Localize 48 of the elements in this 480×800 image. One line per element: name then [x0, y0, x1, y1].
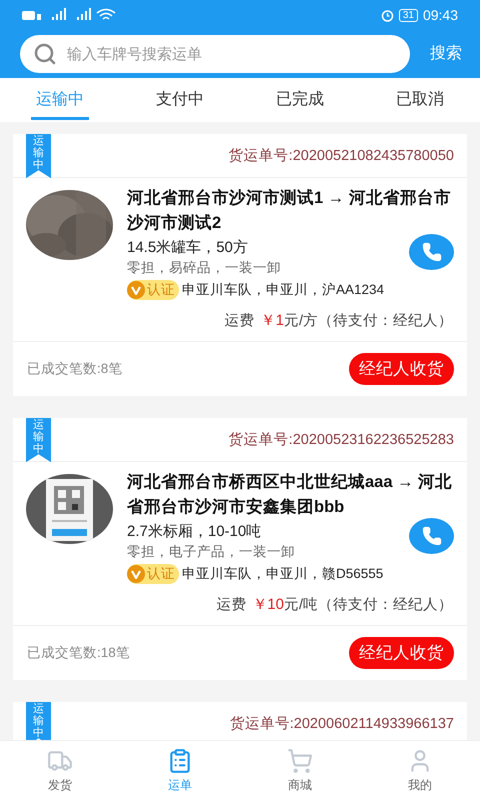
phone-button[interactable]: [409, 234, 454, 270]
phone-button[interactable]: [409, 518, 454, 554]
fee-amount: ￥10: [252, 595, 284, 616]
search-field[interactable]: 输入车牌号搜索运单: [20, 35, 410, 73]
tab[interactable]: 运输中: [0, 78, 120, 122]
deal-count: 已成交笔数:8笔: [27, 360, 122, 378]
alarm-icon: [380, 8, 394, 22]
verified-badge: 认证: [127, 280, 179, 300]
fee-unit: 元/方（待支付：经纪人）: [284, 312, 453, 332]
status-ribbon: 运输中: [26, 702, 51, 740]
tab[interactable]: 已取消: [360, 78, 480, 122]
receive-button[interactable]: 经纪人收货: [349, 353, 454, 385]
clock-text: 09:43: [422, 6, 458, 24]
route-title: 河北省邢台市沙河市测试1 → 河北省邢台市沙河市测试2: [127, 188, 452, 234]
vehicle-text: 14.5米罐车，50方: [127, 238, 248, 258]
cargo-text: 零担，电子产品，一装一卸: [127, 543, 295, 561]
carrier-text: 申亚川车队，申亚川，赣D56555: [182, 565, 384, 583]
fee-unit: 元/吨（待支付：经纪人）: [284, 596, 453, 616]
status-ribbon: 运输中: [26, 418, 51, 462]
cargo-text: 零担，易碎品，一装一卸: [127, 259, 281, 277]
phone-icon: [422, 242, 442, 262]
deal-count: 已成交笔数:18笔: [27, 644, 130, 662]
route-title: 河北省邢台市桥西区中北世纪城aaa → 河北省邢台市沙河市安鑫集团bbb: [127, 472, 453, 518]
nav-item[interactable]: 发货: [0, 741, 120, 800]
nav-item[interactable]: 运单: [120, 741, 240, 800]
signal-icon: [22, 8, 117, 22]
search-icon: [33, 42, 57, 66]
receive-button[interactable]: 经纪人收货: [349, 637, 454, 669]
status-ribbon: 运输中: [26, 134, 51, 178]
search-button[interactable]: 搜索: [430, 42, 462, 66]
tab[interactable]: 已完成: [240, 78, 360, 122]
v-icon: [127, 565, 145, 584]
fee-amount: ￥1: [260, 311, 284, 332]
v-icon: [127, 281, 145, 300]
nav-item[interactable]: 商城: [240, 741, 360, 800]
carrier-text: 申亚川车队，申亚川，沪AA1234: [182, 281, 384, 299]
battery-indicator: 31: [398, 8, 418, 22]
verified-badge: 认证: [127, 564, 179, 584]
nav-item[interactable]: 我的: [360, 741, 480, 800]
order-number: 货运单号:20200523162236525283: [228, 431, 454, 450]
tab[interactable]: 支付中: [120, 78, 240, 122]
phone-icon: [422, 526, 442, 546]
fee-label: 运费: [224, 312, 255, 332]
vehicle-text: 2.7米标厢，10-10吨: [127, 522, 262, 542]
order-number: 货运单号:20200521082435780050: [228, 147, 454, 166]
fee-label: 运费: [216, 596, 246, 616]
cart-icon: [287, 748, 313, 774]
order-number: 货运单号:20200602114933966137: [230, 715, 454, 734]
